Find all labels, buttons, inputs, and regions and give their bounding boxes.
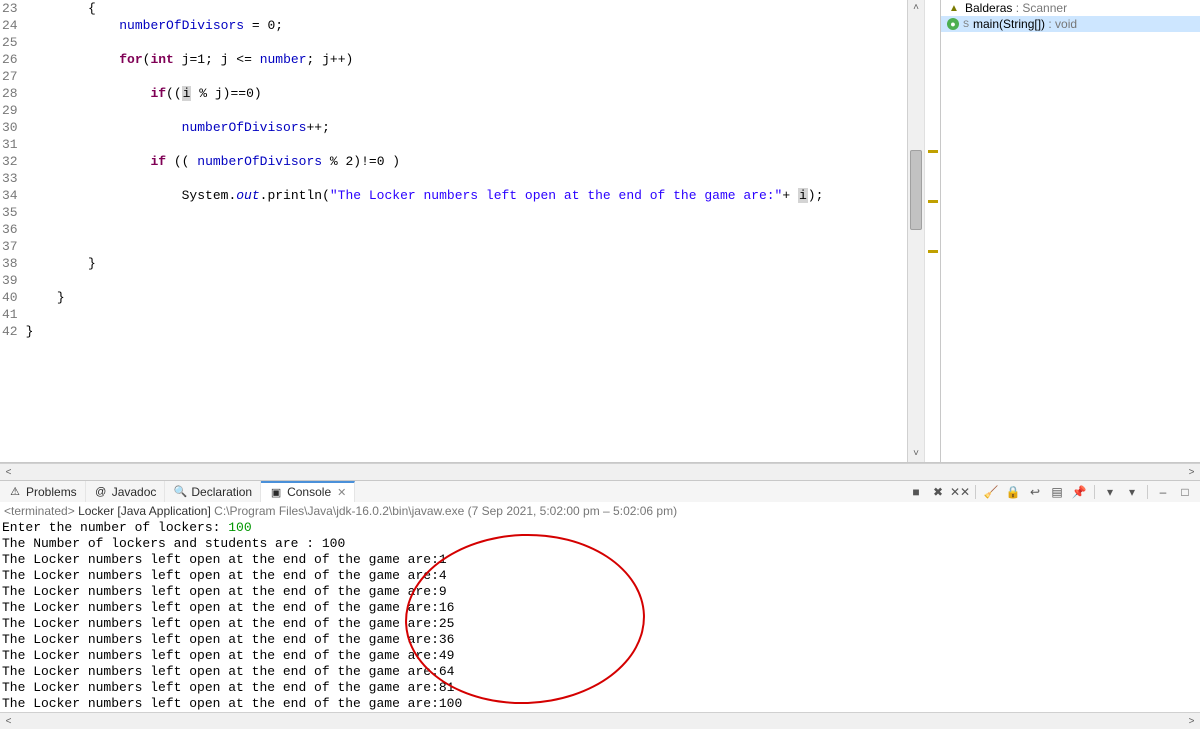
separator [975,485,976,499]
method-public-icon: ● [947,18,959,30]
scroll-lock-icon[interactable]: 🔒 [1004,483,1022,501]
tab-declaration[interactable]: 🔍 Declaration [165,481,261,502]
console-horizontal-scrollbar[interactable]: < > [0,712,1200,729]
console-icon: ▣ [269,485,283,499]
tab-console[interactable]: ▣ Console ✕ [261,481,355,502]
declaration-icon: 🔍 [173,485,187,499]
outline-item-label: Balderas : Scanner [965,1,1067,15]
outline-view[interactable]: ▲ Balderas : Scanner●Smain(String[]) : vo… [940,0,1200,462]
display-selected-icon[interactable]: ▾ [1101,483,1119,501]
outline-item[interactable]: ▲ Balderas : Scanner [941,0,1200,16]
console-toolbar: ■✖✕✕🧹🔒↩▤📌▾▾–□ [907,483,1200,501]
code-editor[interactable]: 2324252627282930313233343536373839404142… [0,0,940,462]
clear-icon[interactable]: 🧹 [982,483,1000,501]
console-output[interactable]: Enter the number of lockers: 100 The Num… [0,520,1200,712]
word-wrap-icon[interactable]: ↩ [1026,483,1044,501]
editor-vertical-scrollbar[interactable]: ˄ ˅ [907,0,924,462]
maximize-icon[interactable]: □ [1176,483,1194,501]
close-icon[interactable]: ✕ [337,486,346,499]
tab-label: Console [287,485,331,499]
code-area[interactable]: { numberOfDivisors = 0; for(int j=1; j <… [22,0,907,462]
remove-launch-icon[interactable]: ✖ [929,483,947,501]
console-status-line: <terminated> Locker [Java Application] C… [0,502,1200,520]
scroll-left-arrow-icon[interactable]: < [0,464,17,480]
scroll-thumb[interactable] [910,150,922,230]
tab-javadoc[interactable]: @ Javadoc [86,481,166,502]
editor-horizontal-scrollbar[interactable]: < > [0,463,1200,480]
tab-label: Javadoc [112,485,157,499]
open-console-dropdown-icon[interactable]: ▾ [1123,483,1141,501]
scroll-right-arrow-icon[interactable]: > [1183,713,1200,729]
outline-item[interactable]: ●Smain(String[]) : void [941,16,1200,32]
field-icon: ▲ [947,1,961,15]
overview-ruler[interactable] [924,0,940,462]
problems-icon: ⚠ [8,485,22,499]
show-console-icon[interactable]: ▤ [1048,483,1066,501]
scroll-down-arrow-icon[interactable]: ˅ [908,446,924,462]
javadoc-icon: @ [94,485,108,499]
line-number-gutter: 2324252627282930313233343536373839404142 [0,0,22,462]
separator [1147,485,1148,499]
remove-all-icon[interactable]: ✕✕ [951,483,969,501]
stop-icon[interactable]: ■ [907,483,925,501]
scroll-right-arrow-icon[interactable]: > [1183,464,1200,480]
bottom-panel-tabs: ⚠ Problems @ Javadoc 🔍 Declaration ▣ Console ✕ ■✖… [0,480,1200,502]
separator [1094,485,1095,499]
minimize-icon[interactable]: – [1154,483,1172,501]
scroll-up-arrow-icon[interactable]: ˄ [908,0,924,16]
tab-label: Problems [26,485,77,499]
outline-item-label: main(String[]) : void [973,17,1077,31]
scroll-left-arrow-icon[interactable]: < [0,713,17,729]
tab-label: Declaration [191,485,252,499]
hand-drawn-annotation [402,530,648,708]
pin-icon[interactable]: 📌 [1070,483,1088,501]
tab-problems[interactable]: ⚠ Problems [0,481,86,502]
